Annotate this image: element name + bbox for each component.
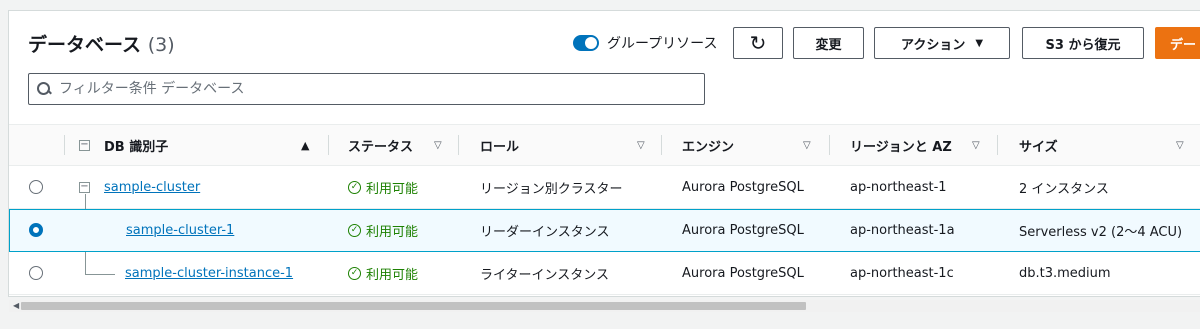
modify-button[interactable]: 変更 bbox=[793, 27, 864, 59]
row-select-radio[interactable] bbox=[29, 223, 43, 237]
status-cell: ✓ 利用可能 bbox=[348, 209, 418, 251]
status-cell: ✓ 利用可能 bbox=[348, 252, 418, 294]
horizontal-scrollbar[interactable]: ◀ bbox=[9, 300, 1200, 312]
sort-icon[interactable]: ▽ bbox=[972, 140, 980, 151]
column-engine[interactable]: エンジン ▽ bbox=[682, 125, 822, 165]
status-text: 利用可能 bbox=[366, 181, 419, 197]
group-resources-toggle-wrap[interactable]: グループリソース bbox=[573, 33, 717, 53]
table-row[interactable]: sample-cluster-1 ✓ 利用可能 リーダーインスタンス Auror… bbox=[9, 209, 1200, 252]
column-region-label: リージョンと AZ bbox=[850, 139, 952, 155]
scrollbar-thumb[interactable] bbox=[21, 302, 806, 310]
size-cell: Serverless v2 (2〜4 ACU) bbox=[1019, 224, 1183, 240]
region-cell: ap-northeast-1a bbox=[850, 222, 955, 238]
db-id-cell: sample-cluster-1 bbox=[126, 209, 234, 251]
refresh-button[interactable]: ↻ bbox=[733, 27, 783, 59]
status-cell: ✓ 利用可能 bbox=[348, 166, 418, 208]
group-resources-label: グループリソース bbox=[607, 36, 718, 52]
role-cell: リージョン別クラスター bbox=[480, 181, 623, 197]
refresh-icon: ↻ bbox=[749, 31, 767, 55]
column-separator bbox=[64, 135, 65, 155]
engine-cell: Aurora PostgreSQL bbox=[682, 179, 804, 195]
engine-cell: Aurora PostgreSQL bbox=[682, 265, 804, 281]
column-separator bbox=[997, 135, 998, 155]
size-cell: 2 インスタンス bbox=[1019, 181, 1109, 197]
sort-icon[interactable]: ▽ bbox=[1176, 140, 1184, 151]
search-input[interactable] bbox=[57, 80, 661, 98]
column-separator bbox=[458, 135, 459, 155]
role-cell: リーダーインスタンス bbox=[480, 224, 610, 240]
size-cell: db.t3.medium bbox=[1019, 265, 1111, 281]
sort-asc-icon[interactable]: ▲ bbox=[301, 139, 309, 152]
title-text: データベース bbox=[28, 34, 142, 56]
caret-down-icon: ▼ bbox=[975, 37, 984, 49]
collapse-all-icon[interactable]: − bbox=[79, 139, 90, 151]
databases-panel: データベース (3) グループリソース ↻ 変更 アクション ▼ S3 から復元… bbox=[8, 10, 1200, 312]
column-separator bbox=[661, 135, 662, 155]
role-cell: ライターインスタンス bbox=[480, 267, 609, 283]
resource-count: (3) bbox=[147, 34, 175, 56]
create-database-button[interactable]: デー bbox=[1155, 27, 1200, 59]
status-text: 利用可能 bbox=[366, 267, 419, 283]
table-row[interactable]: − sample-cluster ✓ 利用可能 リージョン別クラスター Auro… bbox=[9, 166, 1200, 209]
column-db-id[interactable]: − DB 識別子 ▲ bbox=[79, 125, 324, 165]
restore-from-s3-button[interactable]: S3 から復元 bbox=[1022, 27, 1144, 59]
status-text: 利用可能 bbox=[366, 224, 419, 240]
page-title: データベース (3) bbox=[28, 30, 175, 57]
status-ok-icon: ✓ bbox=[348, 223, 361, 237]
filter-search[interactable] bbox=[28, 73, 705, 105]
column-status[interactable]: ステータス ▽ bbox=[348, 125, 458, 165]
column-role-label: ロール bbox=[480, 139, 520, 155]
db-id-link[interactable]: sample-cluster-1 bbox=[126, 223, 234, 238]
row-select-radio[interactable] bbox=[29, 180, 43, 194]
column-size[interactable]: サイズ ▽ bbox=[1019, 125, 1199, 165]
group-resources-toggle[interactable] bbox=[573, 35, 599, 51]
actions-button[interactable]: アクション ▼ bbox=[874, 27, 1010, 59]
status-ok-icon: ✓ bbox=[348, 180, 361, 194]
search-icon bbox=[37, 82, 51, 96]
column-separator bbox=[829, 135, 830, 155]
column-db-id-label: DB 識別子 bbox=[104, 139, 169, 155]
column-status-label: ステータス bbox=[348, 139, 414, 155]
column-separator bbox=[328, 135, 329, 155]
column-size-label: サイズ bbox=[1019, 139, 1058, 155]
db-id-cell: − sample-cluster bbox=[79, 166, 200, 208]
engine-cell: Aurora PostgreSQL bbox=[682, 222, 804, 238]
actions-label: アクション bbox=[900, 37, 966, 53]
row-select-radio[interactable] bbox=[29, 266, 43, 280]
sort-icon[interactable]: ▽ bbox=[637, 140, 645, 151]
scroll-left-arrow-icon[interactable]: ◀ bbox=[13, 301, 19, 310]
region-cell: ap-northeast-1c bbox=[850, 265, 954, 281]
sort-icon[interactable]: ▽ bbox=[434, 140, 442, 151]
region-cell: ap-northeast-1 bbox=[850, 179, 947, 195]
status-ok-icon: ✓ bbox=[348, 266, 361, 280]
table-header: − DB 識別子 ▲ ステータス ▽ ロール ▽ エンジン ▽ リージョンと A… bbox=[9, 124, 1200, 166]
column-region[interactable]: リージョンと AZ ▽ bbox=[850, 125, 990, 165]
table-row[interactable]: sample-cluster-instance-1 ✓ 利用可能 ライターインス… bbox=[9, 252, 1200, 295]
column-role[interactable]: ロール ▽ bbox=[480, 125, 650, 165]
db-id-cell: sample-cluster-instance-1 bbox=[125, 252, 293, 294]
column-engine-label: エンジン bbox=[682, 139, 735, 155]
sort-icon[interactable]: ▽ bbox=[803, 140, 811, 151]
collapse-icon[interactable]: − bbox=[79, 181, 90, 193]
db-id-link[interactable]: sample-cluster-instance-1 bbox=[125, 266, 293, 281]
db-id-link[interactable]: sample-cluster bbox=[104, 180, 200, 195]
